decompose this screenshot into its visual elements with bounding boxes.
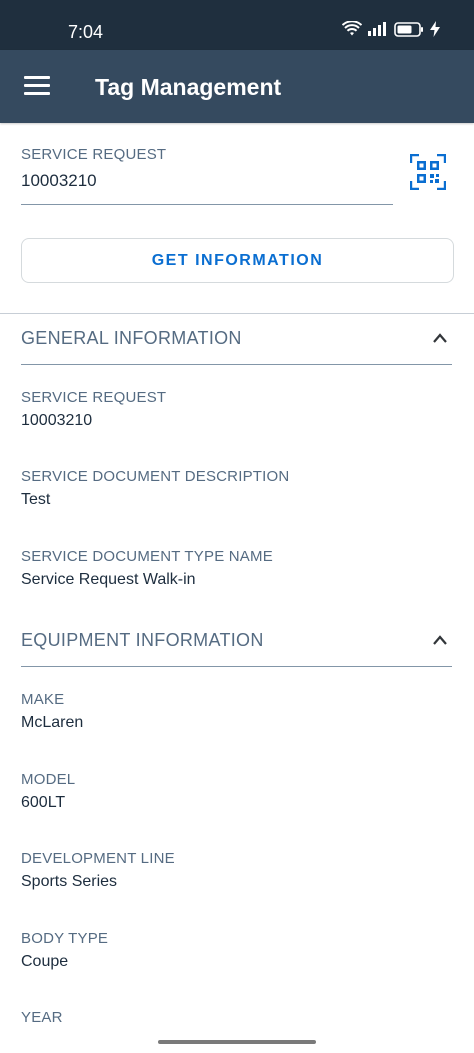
service-request-field: SERVICE REQUEST [21,146,393,205]
equipment-field-model: MODEL 600LT [21,771,75,812]
field-value: Sports Series [21,873,118,890]
status-icons [342,21,440,37]
qr-code-scan-icon[interactable] [410,154,446,190]
home-indicator[interactable] [158,1040,316,1044]
battery-icon [394,21,423,37]
field-value: 10003210 [21,412,93,429]
hamburger-menu-icon[interactable] [24,76,50,98]
chevron-up-icon[interactable] [432,332,448,344]
general-information-title: GENERAL INFORMATION [21,328,242,348]
service-request-input-label: SERVICE REQUEST [21,146,167,163]
get-information-button[interactable]: GET INFORMATION [21,238,454,283]
field-value: 600LT [21,794,66,811]
field-label: SERVICE DOCUMENT DESCRIPTION [21,468,290,485]
field-value: Test [21,491,51,508]
field-value: Service Request Walk-in [21,571,196,588]
service-request-input[interactable] [21,165,393,205]
field-label: MAKE [21,691,65,708]
field-label: BODY TYPE [21,930,109,947]
field-label: DEVELOPMENT LINE [21,850,175,867]
app-bar: Tag Management [0,50,474,123]
general-field-service-request: SERVICE REQUEST 10003210 [21,389,166,430]
wifi-icon [342,21,362,36]
field-label: YEAR [21,1009,63,1026]
equipment-field-body-type: BODY TYPE Coupe [21,930,108,971]
equipment-field-year: YEAR [21,1009,63,1032]
equipment-field-development-line: DEVELOPMENT LINE Sports Series [21,850,175,891]
general-field-type-name: SERVICE DOCUMENT TYPE NAME Service Reque… [21,548,273,589]
equipment-field-make: MAKE McLaren [21,691,83,732]
equipment-information-header[interactable]: EQUIPMENT INFORMATION [21,616,452,667]
page-title: Tag Management [95,74,282,100]
status-time: 7:04 [68,22,104,42]
general-field-description: SERVICE DOCUMENT DESCRIPTION Test [21,468,289,509]
field-label: SERVICE REQUEST [21,389,167,406]
chevron-up-icon[interactable] [432,634,448,646]
field-label: MODEL [21,771,76,788]
charging-icon [430,21,440,37]
field-label: SERVICE DOCUMENT TYPE NAME [21,548,273,565]
field-value: Coupe [21,953,69,970]
field-value: McLaren [21,714,84,731]
status-bar: 7:04 [0,0,474,50]
signal-icon [368,22,386,36]
general-information-header[interactable]: GENERAL INFORMATION [21,314,452,365]
equipment-information-title: EQUIPMENT INFORMATION [21,630,264,650]
